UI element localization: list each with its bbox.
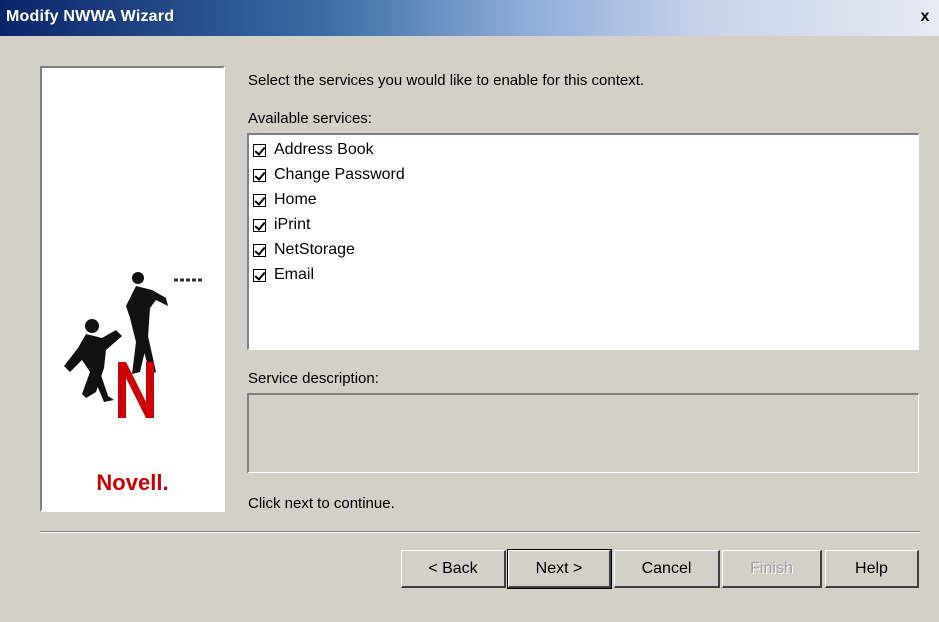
window-title: Modify NWWA Wizard	[6, 8, 175, 25]
service-item-home[interactable]: Home	[253, 188, 317, 212]
checkbox-checked[interactable]	[253, 268, 266, 282]
service-description-label: Service description:	[248, 370, 379, 387]
service-item-change-password[interactable]: Change Password	[253, 163, 405, 187]
checkbox-checked[interactable]	[253, 243, 266, 257]
cancel-button-label: Cancel	[641, 559, 692, 577]
instruction-text: Select the services you would like to en…	[248, 72, 645, 89]
service-label: Email	[274, 266, 315, 283]
back-button[interactable]: < Back	[401, 550, 506, 588]
button-separator	[40, 531, 920, 533]
title-bar: Modify NWWA Wizard x	[0, 0, 939, 36]
service-item-netstorage[interactable]: NetStorage	[253, 238, 355, 262]
footer-instruction: Click next to continue.	[248, 495, 395, 512]
service-item-email[interactable]: Email	[253, 263, 314, 287]
back-button-label: < Back	[428, 559, 478, 577]
available-services-label: Available services:	[248, 110, 372, 127]
next-button-label: Next >	[535, 559, 583, 577]
checkbox-checked[interactable]	[253, 143, 266, 157]
service-label: Home	[274, 191, 317, 208]
service-label: Change Password	[274, 166, 405, 183]
services-list[interactable]: Address Book Change Password Home iPrint…	[247, 133, 919, 350]
help-button-label: Help	[855, 559, 888, 577]
wizard-side-image: Novell.	[40, 66, 225, 512]
next-button[interactable]: Next >	[507, 549, 612, 589]
service-item-address-book[interactable]: Address Book	[253, 138, 374, 162]
novell-logo: Novell.	[96, 470, 169, 495]
help-button[interactable]: Help	[825, 550, 919, 588]
close-icon[interactable]: x	[915, 8, 935, 26]
service-description-box	[247, 393, 919, 473]
service-label: Address Book	[274, 141, 374, 158]
checkbox-checked[interactable]	[253, 168, 266, 182]
novell-figure-illustration	[64, 272, 204, 418]
service-label: NetStorage	[274, 241, 355, 258]
checkbox-checked[interactable]	[253, 218, 266, 232]
checkbox-checked[interactable]	[253, 193, 266, 207]
service-label: iPrint	[274, 216, 311, 233]
service-item-iprint[interactable]: iPrint	[253, 213, 310, 237]
cancel-button[interactable]: Cancel	[614, 550, 720, 588]
finish-button: Finish	[722, 550, 822, 588]
finish-button-label: Finish	[750, 559, 793, 577]
